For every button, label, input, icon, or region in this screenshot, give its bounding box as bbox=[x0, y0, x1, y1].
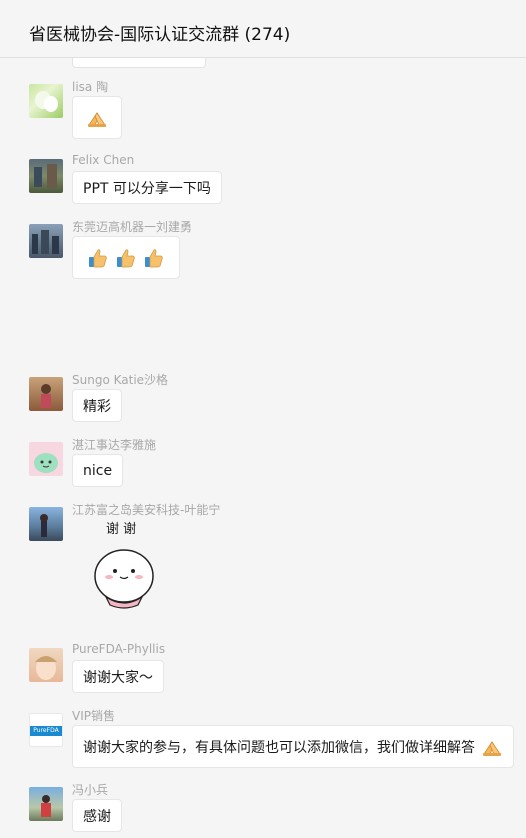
pray-emoji-icon bbox=[88, 111, 106, 127]
sender-name: VIP销售 bbox=[72, 709, 115, 723]
message-bubble[interactable]: 谢谢大家～ bbox=[72, 660, 164, 693]
chat-header: 省医械协会-国际认证交流群 (274) bbox=[0, 0, 526, 58]
sender-name: 江苏富之岛美安科技-叶能宁 bbox=[72, 503, 221, 517]
sticker-message[interactable]: 谢 谢 bbox=[88, 519, 164, 615]
avatar[interactable] bbox=[29, 159, 63, 193]
message-bubble[interactable]: 谢谢大家的参与，有具体问题也可以添加微信，我们做详细解答 bbox=[72, 725, 514, 768]
sticker-text: 谢 谢 bbox=[106, 521, 136, 537]
avatar[interactable] bbox=[29, 442, 63, 476]
pray-emoji-icon bbox=[483, 740, 501, 756]
message-list[interactable]: lisa 陶 Felix Chen PPT 可以分享一下吗 东莞迈高机器一刘建勇 bbox=[0, 58, 526, 838]
avatar-logo-text: PureFDA bbox=[30, 726, 62, 736]
message-text: 感谢 bbox=[83, 808, 111, 825]
message-bubble[interactable]: 感谢 bbox=[72, 799, 122, 832]
thumbs-up-emoji-icon bbox=[117, 248, 135, 267]
message-text: nice bbox=[83, 462, 113, 479]
message-bubble[interactable]: PPT 可以分享一下吗 bbox=[72, 171, 222, 204]
avatar[interactable] bbox=[29, 507, 63, 541]
sender-name: 东莞迈高机器一刘建勇 bbox=[72, 220, 193, 234]
thumbs-up-emoji-icon bbox=[145, 248, 163, 267]
chat-title: 省医械协会-国际认证交流群 (274) bbox=[29, 25, 291, 45]
message-bubble[interactable] bbox=[72, 236, 180, 279]
message-bubble[interactable] bbox=[72, 96, 122, 139]
message-bubble[interactable]: 精彩 bbox=[72, 389, 122, 422]
thumbs-up-emoji-icon bbox=[89, 248, 107, 267]
avatar[interactable]: PureFDA bbox=[29, 713, 63, 747]
message-text: PPT 可以分享一下吗 bbox=[83, 180, 211, 197]
previous-message-bubble bbox=[72, 58, 206, 68]
sender-name: Felix Chen bbox=[72, 153, 135, 167]
sender-name: PureFDA-Phyllis bbox=[72, 642, 166, 656]
avatar[interactable] bbox=[29, 224, 63, 258]
message-text: 精彩 bbox=[83, 398, 111, 415]
sender-name: 冯小兵 bbox=[72, 783, 109, 797]
sender-name: Sungo Katie沙格 bbox=[72, 373, 169, 387]
avatar[interactable] bbox=[29, 377, 63, 411]
sender-name: lisa 陶 bbox=[72, 80, 109, 94]
avatar[interactable] bbox=[29, 648, 63, 682]
message-text: 谢谢大家的参与，有具体问题也可以添加微信，我们做详细解答 bbox=[83, 739, 475, 756]
message-bubble[interactable]: nice bbox=[72, 454, 124, 487]
avatar[interactable] bbox=[29, 84, 63, 118]
message-text: 谢谢大家～ bbox=[83, 669, 153, 686]
avatar[interactable] bbox=[29, 787, 63, 821]
sender-name: 湛江事达李雅施 bbox=[72, 438, 157, 452]
